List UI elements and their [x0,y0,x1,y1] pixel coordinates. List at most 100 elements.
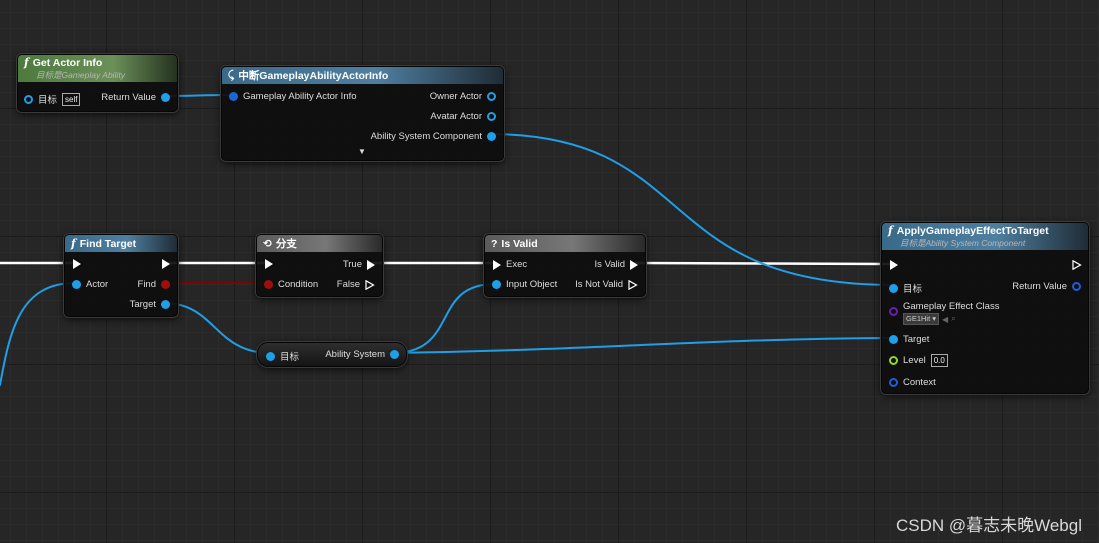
object-pin-icon[interactable] [889,283,898,293]
pin-exec-in[interactable]: Exec [493,259,527,270]
node-subtitle: 目标是Gameplay Ability [36,70,125,80]
object-wire-asc-target [391,337,894,354]
pin-label: Return Value [101,92,156,103]
pin-target[interactable]: 目标 [266,349,299,363]
pin-label: Owner Actor [429,91,482,102]
node-subtitle: 目标是Ability System Component [900,238,1026,248]
exec-in-icon[interactable] [73,259,81,269]
exec-out-hollow-icon[interactable] [1072,260,1082,270]
pin-target[interactable]: 目标 self [24,92,81,106]
pin-label: Avatar Actor [430,111,482,122]
pin-label: Context [903,377,936,388]
exec-out-hollow-icon[interactable] [628,279,638,290]
effect-class-dropdown[interactable]: GE1Hit ▾ [903,313,939,325]
pin-label: 目标 [280,352,300,363]
exec-in-icon[interactable] [493,259,501,270]
pin-label: 目标 [38,95,58,106]
node-title: Get Actor Info [32,56,103,69]
exec-out-icon[interactable] [162,259,170,269]
object-pin-icon[interactable] [487,112,496,121]
exec-out-icon[interactable] [630,259,638,270]
object-pin-icon[interactable] [161,300,170,309]
pin-context[interactable]: Context [889,377,936,388]
pin-actor-info-input[interactable]: Gameplay Ability Actor Info [229,91,357,102]
float-pin-icon[interactable] [889,356,898,365]
pin-label: Ability System Component [370,131,482,142]
node-find-target[interactable]: f Find Target Actor Find Target [64,234,178,317]
pin-input-object[interactable]: Input Object [492,279,557,290]
pin-exec-out[interactable] [162,259,170,269]
pin-find[interactable]: Find [138,279,170,290]
expand-arrow-icon[interactable]: ▼ [358,147,366,156]
pin-label: Is Valid [594,259,625,270]
class-pin-icon[interactable] [889,307,898,316]
macro-question-icon: ? [491,237,498,250]
struct-pin-icon[interactable] [229,92,238,101]
bool-pin-icon[interactable] [264,280,273,289]
object-pin-icon[interactable] [266,351,275,361]
pin-return-value[interactable]: Return Value [1012,281,1081,292]
pin-avatar-actor[interactable]: Avatar Actor [430,111,496,122]
node-get-actor-info[interactable]: f Get Actor Info 目标是Gameplay Ability 目标 s… [17,54,178,112]
pin-actor[interactable]: Actor [72,279,108,290]
object-pin-icon[interactable] [161,93,170,102]
node-is-valid[interactable]: ? Is Valid Exec Is Valid Input Object Is… [484,234,646,297]
pin-true[interactable]: True [343,259,375,270]
node-header[interactable]: f Find Target [65,235,177,252]
node-title: Is Valid [501,237,538,250]
bool-pin-icon[interactable] [161,280,170,289]
pin-exec-in[interactable] [890,260,898,270]
pin-label: 目标 [903,284,923,295]
object-pin-icon[interactable] [487,132,496,141]
node-header[interactable]: ⤹ 中断GameplayAbilityActorInfo [222,67,503,84]
node-branch[interactable]: ⟲ 分支 True Condition False [256,234,383,297]
node-get-ability-system[interactable]: 目标 Ability System [257,342,407,367]
exec-in-icon[interactable] [890,260,898,270]
pin-level[interactable]: Level 0.0 [889,354,948,367]
object-pin-icon[interactable] [72,280,81,289]
node-header[interactable]: ? Is Valid [485,235,645,252]
node-header[interactable]: f Get Actor Info 目标是Gameplay Ability [18,55,177,82]
exec-out-hollow-icon[interactable] [365,279,375,290]
pin-target-asc[interactable]: Target [889,334,929,345]
pin-label: Gameplay Ability Actor Info [243,91,357,102]
pin-is-valid[interactable]: Is Valid [595,259,638,270]
exec-in-icon[interactable] [265,259,273,269]
level-value-input[interactable]: 0.0 [930,354,948,367]
pin-label: True [342,259,362,270]
pin-owner-actor[interactable]: Owner Actor [430,91,496,102]
struct-pin-icon[interactable] [889,378,898,387]
object-pin-icon[interactable] [24,94,33,104]
effect-class-value: GE1Hit [906,314,931,323]
object-pin-icon[interactable] [487,92,496,101]
struct-pin-icon[interactable] [1072,282,1081,291]
node-title: 中断GameplayAbilityActorInfo [238,70,389,82]
browse-search-icon[interactable]: ⌕ [951,314,955,324]
pin-exec-in[interactable] [73,259,81,269]
exec-out-icon[interactable] [367,259,375,270]
pin-exec-in[interactable] [265,259,273,269]
pin-self-target[interactable]: 目标 [889,281,922,295]
pin-exec-out[interactable] [1072,260,1082,270]
chevron-down-icon: ▾ [932,314,936,323]
node-apply-gameplay-effect[interactable]: f ApplyGameplayEffectToTarget 目标是Ability … [881,222,1089,394]
pin-ability-system-component[interactable]: Ability System Component [371,131,496,142]
pin-is-not-valid[interactable]: Is Not Valid [575,279,638,290]
object-pin-icon[interactable] [492,280,501,289]
node-header[interactable]: ⟲ 分支 [257,235,382,252]
pin-ability-system[interactable]: Ability System [325,349,399,360]
watermark: CSDN @暮志未晚Webgl [895,516,1082,535]
object-pin-icon[interactable] [889,335,898,344]
pin-condition[interactable]: Condition [264,279,318,290]
node-header[interactable]: f ApplyGameplayEffectToTarget 目标是Ability … [882,223,1088,250]
self-value-box: self [62,92,81,106]
pin-return-value[interactable]: Return Value [101,92,170,103]
object-pin-icon[interactable] [390,350,399,359]
function-icon: f [888,224,893,237]
pin-gameplay-effect-class[interactable]: Gameplay Effect Class GE1Hit ▾ ◀ ⌕ [889,301,999,325]
use-selected-arrow-icon[interactable]: ◀ [942,315,948,324]
pin-false[interactable]: False [337,279,375,290]
pin-label: Return Value [1012,281,1067,292]
node-break-actor-info[interactable]: ⤹ 中断GameplayAbilityActorInfo Gameplay Ab… [221,66,504,161]
pin-target[interactable]: Target [130,299,170,310]
